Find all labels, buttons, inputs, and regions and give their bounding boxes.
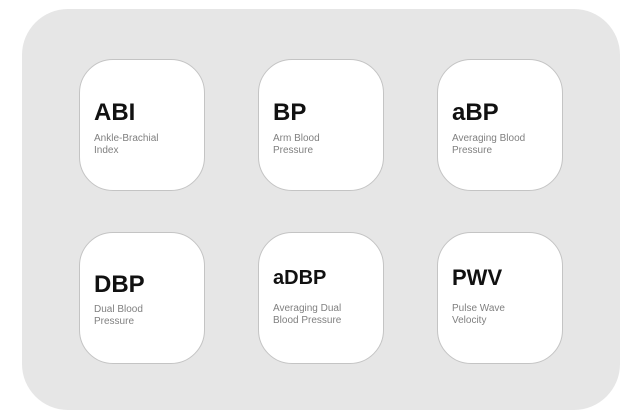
tile-desc-line2: Index [94, 145, 119, 156]
tile-desc-line2: Pressure [452, 145, 493, 156]
tile-bp[interactable]: BP Arm Blood Pressure [258, 59, 384, 191]
tile-pwv[interactable]: PWV Pulse Wave Velocity [437, 232, 563, 364]
tile-desc-line1: Averaging Blood [452, 133, 526, 144]
tile-abp[interactable]: aBP Averaging Blood Pressure [437, 59, 563, 191]
tile-desc-line1: Averaging Dual [273, 303, 342, 314]
tile-adbp[interactable]: aDBP Averaging Dual Blood Pressure [258, 232, 384, 364]
tile-abbr: ABI [94, 99, 136, 126]
tile-abi[interactable]: ABI Ankle-Brachial Index [79, 59, 205, 191]
tile-abbr: aBP [452, 99, 499, 126]
tile-desc-line2: Pressure [273, 145, 314, 156]
tile-desc-line2: Velocity [452, 315, 487, 326]
tile-abbr: BP [273, 99, 307, 126]
tile-desc-line1: Pulse Wave [452, 303, 505, 314]
tile-desc-line2: Pressure [94, 316, 135, 327]
tile-desc-line1: Arm Blood [273, 133, 320, 144]
tile-desc-line1: Dual Blood [94, 304, 143, 315]
tile-abbr: DBP [94, 271, 145, 298]
tile-abbr: aDBP [273, 267, 327, 289]
tile-dbp[interactable]: DBP Dual Blood Pressure [79, 232, 205, 364]
tile-desc-line2: Blood Pressure [273, 315, 342, 326]
tile-abbr: PWV [452, 265, 503, 290]
tile-desc-line1: Ankle-Brachial [94, 133, 159, 144]
